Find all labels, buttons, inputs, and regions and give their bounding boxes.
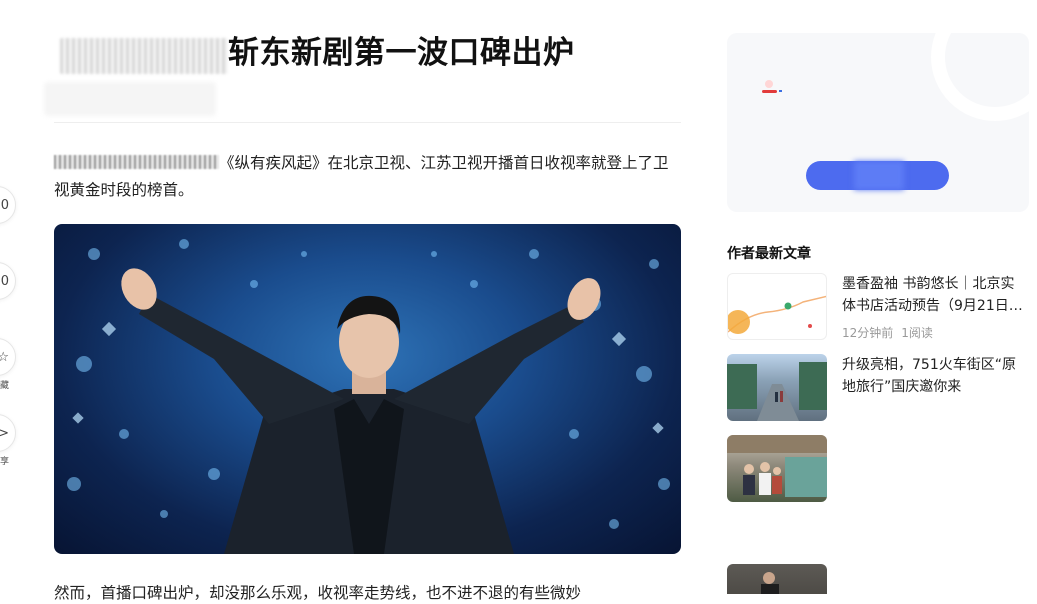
article-title: 斩东新剧第一波口碑出炉 <box>228 35 575 71</box>
sidebar-article-2[interactable]: 升级亮相，751火车街区“原地旅行”国庆邀你来 <box>727 354 1029 421</box>
read-count: 1阅读 <box>901 326 933 340</box>
article-next-paragraph: 然而，首播口碑出炉，却没那么乐观，收视率走势线，也不进不退的有些微妙 <box>54 584 582 602</box>
follow-button-label-redacted <box>854 161 904 190</box>
sidebar-article-4[interactable] <box>727 564 1029 594</box>
share-button[interactable]: > 享 <box>0 414 18 467</box>
article-thumbnail <box>727 273 827 340</box>
lead-redacted-prefix <box>54 155 219 169</box>
like-button[interactable]: 0 <box>0 186 18 224</box>
sidebar-article-1[interactable]: 墨香盈袖 书韵悠长｜北京实体书店活动预告（9月21日… 12分钟前 1阅读 <box>727 273 1029 340</box>
share-label: 享 <box>0 457 10 467</box>
title-redacted-prefix <box>60 38 228 74</box>
decorative-ring <box>931 33 1029 121</box>
sidebar-article-3[interactable] <box>727 435 1029 502</box>
header-divider <box>54 122 681 123</box>
author-latest-articles-heading: 作者最新文章 <box>727 246 811 262</box>
like-icon: 0 <box>0 186 16 224</box>
favorite-button[interactable]: ☆ 藏 <box>0 338 18 391</box>
share-icon: > <box>0 414 16 452</box>
sidebar-article-title: 升级亮相，751火车街区“原地旅行”国庆邀你来 <box>842 357 1016 395</box>
sidebar-article-title: 墨香盈袖 书韵悠长｜北京实体书店活动预告（9月21日… <box>842 276 1023 314</box>
sidebar-article-meta: 12分钟前 1阅读 <box>842 324 933 341</box>
follow-button[interactable] <box>806 161 949 190</box>
author-avatar[interactable] <box>759 76 783 100</box>
author-card <box>727 33 1029 212</box>
article-lead: 《纵有疾风起》在北京卫视、江苏卫视开播首日收视率就登上了卫视黄金时段的榜首。 <box>54 150 681 204</box>
favorite-label: 藏 <box>0 381 10 391</box>
article-thumbnail <box>727 564 827 594</box>
publish-time: 12分钟前 <box>842 326 894 340</box>
comment-button[interactable]: 0 <box>0 262 18 300</box>
article-meta-redacted <box>44 82 216 116</box>
article-thumbnail <box>727 435 827 502</box>
article-photo <box>54 224 681 554</box>
favorite-icon: ☆ <box>0 338 16 376</box>
comment-icon: 0 <box>0 262 16 300</box>
performer-photo-illustration <box>67 239 670 554</box>
article-thumbnail <box>727 354 827 421</box>
